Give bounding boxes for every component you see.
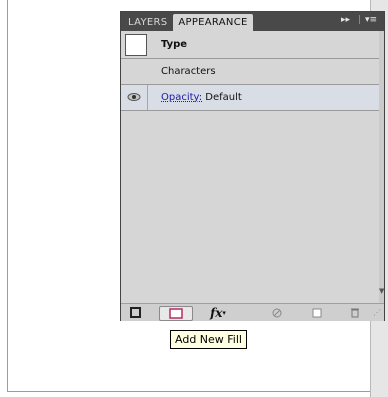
tab-appearance[interactable]: APPEARANCE — [173, 14, 253, 31]
duplicate-item-button[interactable] — [311, 306, 323, 319]
opacity-link[interactable]: Opacity: — [161, 92, 202, 103]
fx-icon: fx — [210, 305, 223, 320]
visibility-toggle[interactable] — [121, 85, 148, 110]
panel-bottom-bar: fx ▾ ⋰ — [121, 303, 384, 321]
panel-menu-button[interactable]: ▾≡ — [365, 15, 377, 25]
divider-icon: | — [358, 15, 362, 25]
tab-layers[interactable]: LAYERS — [123, 14, 172, 31]
row-label-opacity: Opacity: Default — [161, 92, 242, 103]
clear-appearance-button[interactable] — [271, 306, 283, 319]
opacity-value: Default — [205, 92, 242, 103]
fx-dropdown-icon: ▾ — [222, 308, 226, 317]
fx-effects-button[interactable]: fx ▾ — [207, 305, 229, 320]
panel-tabbar: LAYERS APPEARANCE ▸▸ | ▾≡ — [121, 12, 384, 31]
appearance-panel: LAYERS APPEARANCE ▸▸ | ▾≡ Type Character… — [120, 11, 385, 321]
new-item-icon — [312, 308, 322, 317]
add-new-stroke-button[interactable] — [129, 306, 142, 319]
add-new-fill-button[interactable] — [159, 306, 193, 321]
appearance-row-opacity[interactable]: Opacity: Default — [121, 85, 379, 111]
appearance-row-characters[interactable]: Characters — [121, 59, 379, 85]
type-swatch — [125, 34, 147, 56]
delete-item-button[interactable] — [349, 306, 361, 319]
panel-scroll-down-arrow[interactable]: ▼ — [379, 287, 384, 295]
appearance-row-type[interactable]: Type — [121, 31, 379, 59]
square-stroke-icon — [130, 307, 141, 318]
no-entry-icon — [272, 308, 282, 317]
row-label-characters: Characters — [161, 66, 216, 77]
eye-icon — [127, 93, 141, 101]
fill-swatch-icon — [169, 308, 183, 319]
tooltip: Add New Fill — [170, 330, 247, 349]
resize-grip-icon[interactable]: ⋰ — [373, 306, 381, 319]
collapse-panel-button[interactable]: ▸▸ — [341, 15, 350, 25]
trash-icon — [351, 308, 359, 318]
row-label-type: Type — [161, 39, 188, 50]
panel-scrollbar[interactable] — [379, 31, 384, 305]
